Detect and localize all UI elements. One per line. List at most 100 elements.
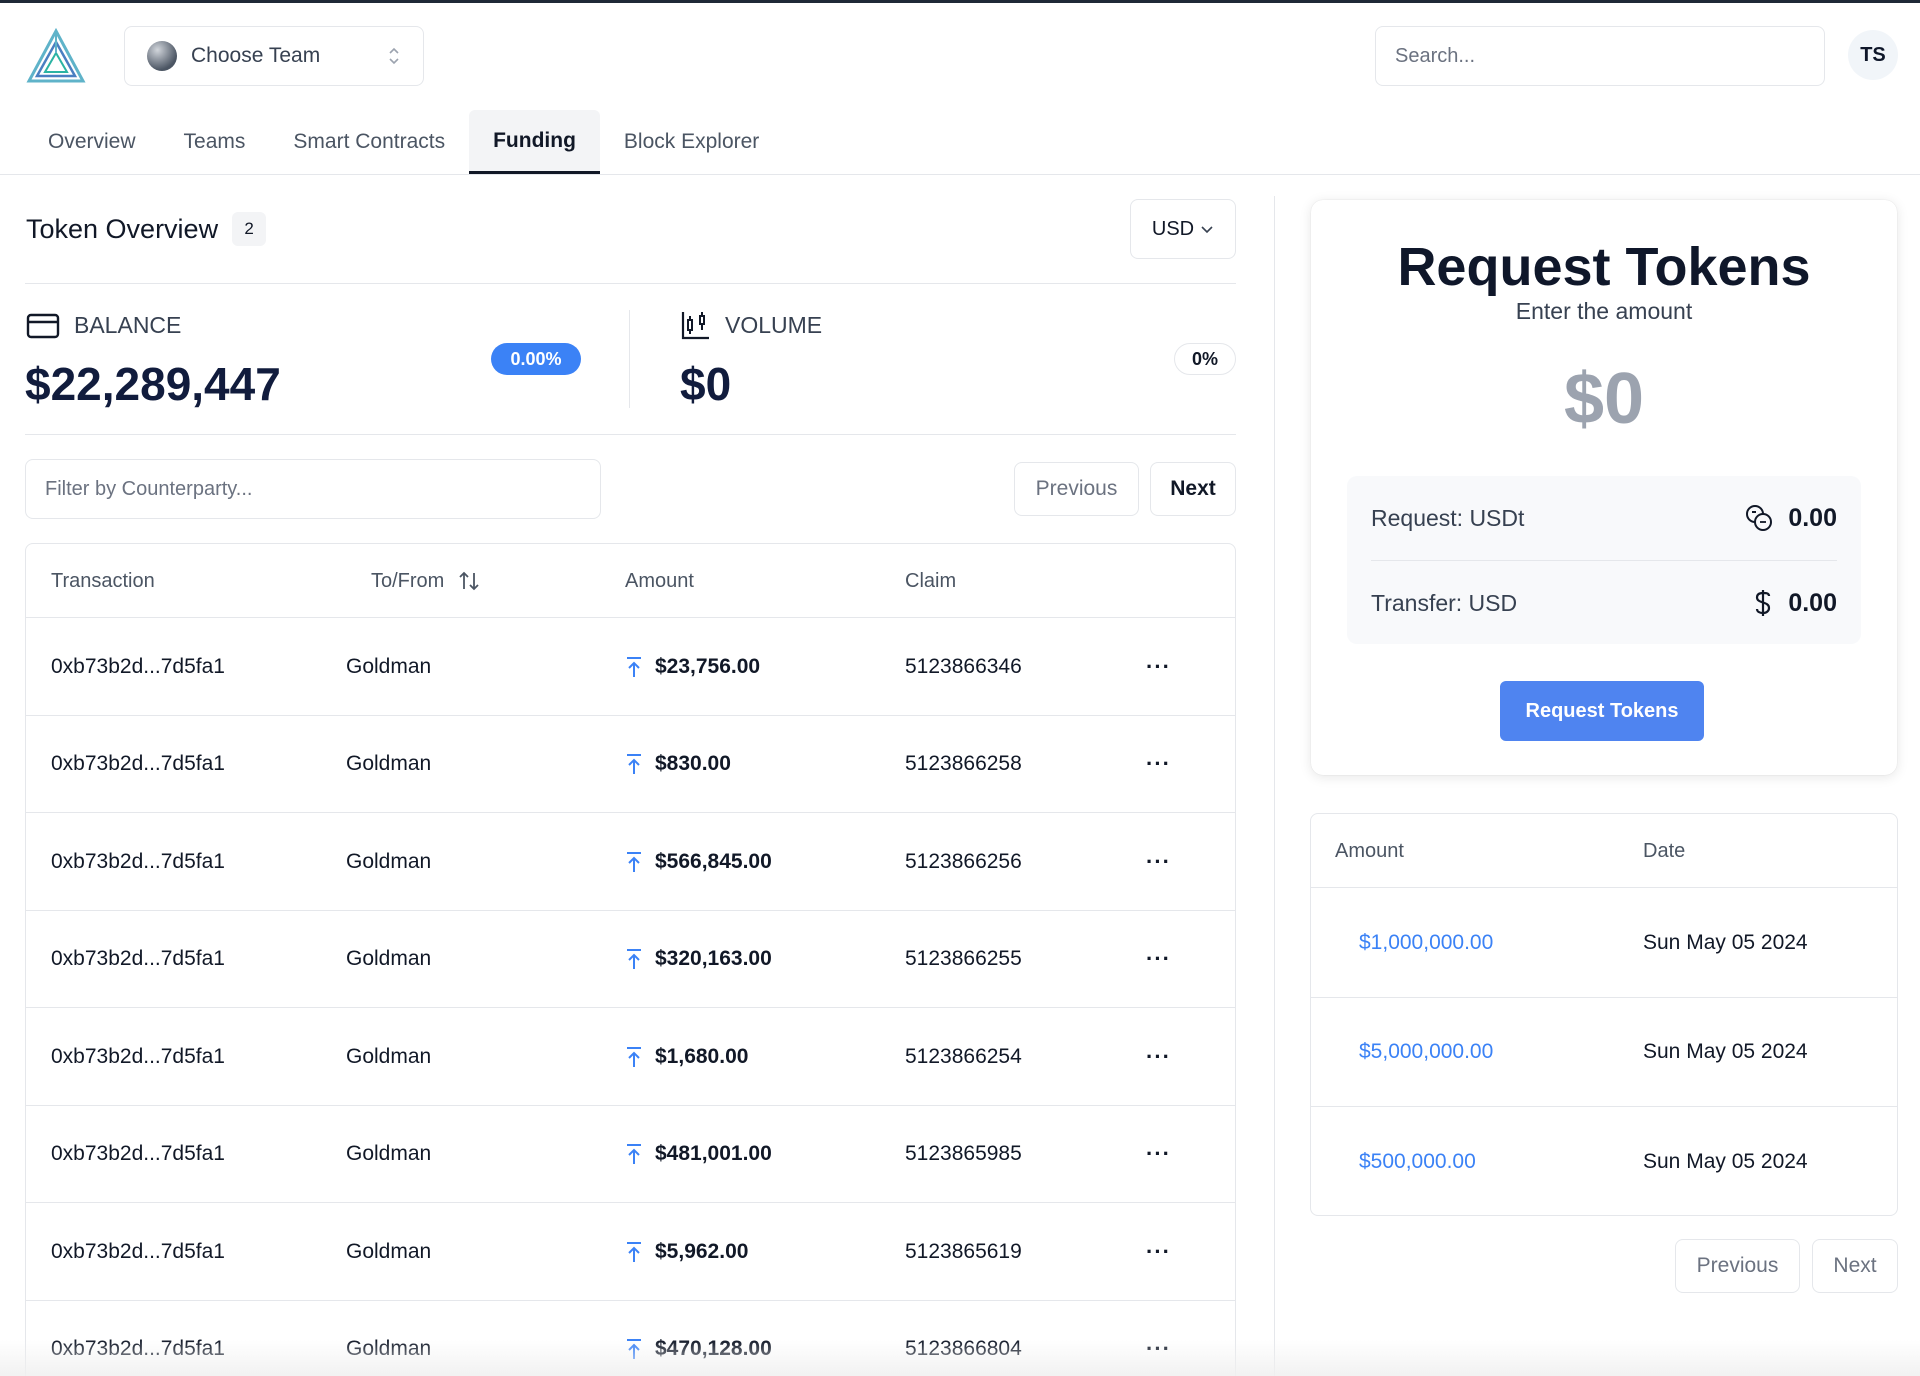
column-header-to-from[interactable]: To/From <box>371 544 480 618</box>
transaction-hash[interactable]: 0xb73b2d...7d5fa1 <box>51 1106 225 1203</box>
tab-block-explorer[interactable]: Block Explorer <box>600 110 783 174</box>
volume-change-badge: 0% <box>1174 343 1236 375</box>
stat-divider <box>629 310 630 408</box>
arrow-up-to-line-icon <box>627 949 641 969</box>
transaction-hash[interactable]: 0xb73b2d...7d5fa1 <box>51 618 225 715</box>
counterparty: Goldman <box>346 1044 432 1068</box>
tab-teams[interactable]: Teams <box>160 110 270 174</box>
user-avatar[interactable]: TS <box>1848 30 1898 80</box>
arrow-up-to-line-icon <box>627 1241 641 1262</box>
transaction-hash[interactable]: 0xb73b2d...7d5fa1 <box>51 1203 225 1300</box>
coins-icon <box>1746 505 1773 531</box>
next-page-button[interactable]: Next <box>1150 462 1236 516</box>
table-row[interactable]: 0xb73b2d...7d5fa1 Goldman $1,680.00 5123866… <box>26 1008 1235 1106</box>
row-actions-menu-icon[interactable]: ··· <box>1146 1106 1171 1203</box>
request-summary: Request: USDt 0.00 Transfer: USD 0.00 <box>1347 476 1861 644</box>
table-row[interactable]: 0xb73b2d...7d5fa1 Goldman $5,962.00 5123865… <box>26 1203 1235 1301</box>
transaction-amount: $23,756.00 <box>625 618 760 715</box>
claim-id: 5123866258 <box>905 752 1022 775</box>
counterparty: Goldman <box>346 752 432 775</box>
claim-id: 5123865985 <box>905 1142 1022 1165</box>
transaction-amount: $1,680.00 <box>625 1008 748 1105</box>
column-header-to-from-label: To/From <box>371 569 445 592</box>
table-row: $5,000,000.00 Sun May 05 2024 <box>1311 998 1897 1107</box>
transaction-amount-text: $320,163.00 <box>655 947 772 970</box>
history-next-button[interactable]: Next <box>1812 1239 1898 1293</box>
table-row[interactable]: 0xb73b2d...7d5fa1 Goldman $481,001.00 51238… <box>26 1106 1235 1203</box>
request-amount-input[interactable]: $0 <box>1311 358 1897 440</box>
transaction-hash[interactable]: 0xb73b2d...7d5fa1 <box>51 716 225 813</box>
transaction-amount: $320,163.00 <box>625 911 772 1008</box>
tab-smart-contracts[interactable]: Smart Contracts <box>269 110 469 174</box>
transaction-amount-text: $830.00 <box>655 752 731 775</box>
dollar-sign-icon <box>1756 590 1771 616</box>
table-row[interactable]: 0xb73b2d...7d5fa1 Goldman $320,163.00 51238… <box>26 911 1235 1008</box>
transaction-hash[interactable]: 0xb73b2d...7d5fa1 <box>51 1008 225 1105</box>
team-avatar <box>147 41 177 71</box>
history-amount-link[interactable]: $5,000,000.00 <box>1359 998 1493 1107</box>
request-tokens-button[interactable]: Request Tokens <box>1500 681 1704 741</box>
request-history-table: Amount Date $1,000,000.00 Sun May 05 2024… <box>1310 813 1898 1216</box>
history-previous-button[interactable]: Previous <box>1675 1239 1800 1293</box>
table-header: Transaction To/From Amount Claim <box>26 544 1235 618</box>
column-header-transaction: Transaction <box>51 569 155 592</box>
column-header-amount: Amount <box>625 569 694 592</box>
triangle-logo-icon[interactable] <box>26 28 86 84</box>
transaction-amount: $5,962.00 <box>625 1203 748 1300</box>
table-row[interactable]: 0xb73b2d...7d5fa1 Goldman $23,756.00 512386… <box>26 618 1235 716</box>
counterparty: Goldman <box>346 947 432 970</box>
arrow-up-to-line-icon <box>627 851 641 872</box>
previous-page-button[interactable]: Previous <box>1014 462 1139 516</box>
column-header-amount: Amount <box>1335 839 1404 862</box>
arrow-up-to-line-icon <box>627 1339 641 1359</box>
table-row: $1,000,000.00 Sun May 05 2024 <box>1311 888 1897 998</box>
transaction-hash[interactable]: 0xb73b2d...7d5fa1 <box>51 911 225 1008</box>
row-actions-menu-icon[interactable]: ··· <box>1146 1203 1171 1300</box>
window-top-border <box>0 0 1920 3</box>
counterparty: Goldman <box>346 1142 432 1165</box>
row-actions-menu-icon[interactable]: ··· <box>1146 1008 1171 1105</box>
row-actions-menu-icon[interactable]: ··· <box>1146 716 1171 813</box>
history-amount-link[interactable]: $1,000,000.00 <box>1359 888 1493 997</box>
tab-funding[interactable]: Funding <box>469 110 600 174</box>
transaction-amount-text: $23,756.00 <box>655 654 761 678</box>
transaction-hash[interactable]: 0xb73b2d...7d5fa1 <box>51 813 225 910</box>
tab-overview[interactable]: Overview <box>24 110 160 174</box>
transaction-amount-text: $481,001.00 <box>655 1142 772 1165</box>
table-body: $1,000,000.00 Sun May 05 2024 $5,000,000.0… <box>1311 888 1897 1215</box>
arrow-up-to-line-icon <box>627 656 641 677</box>
table-row[interactable]: 0xb73b2d...7d5fa1 Goldman $470,128.00 51238… <box>26 1301 1235 1376</box>
row-actions-menu-icon[interactable]: ··· <box>1146 618 1171 715</box>
chevron-down-icon <box>1201 226 1213 234</box>
transfer-value: 0.00 <box>1752 588 1837 618</box>
section-divider <box>25 283 1236 284</box>
balance-change-badge: 0.00% <box>491 343 581 375</box>
token-count-badge: 2 <box>232 212 267 246</box>
row-actions-menu-icon[interactable]: ··· <box>1146 911 1171 1008</box>
transfer-line: Transfer: USD 0.00 <box>1371 561 1837 645</box>
history-date: Sun May 05 2024 <box>1643 930 1808 954</box>
currency-select[interactable]: USD <box>1130 199 1236 259</box>
sort-arrows-icon <box>459 571 479 591</box>
token-overview-heading: Token Overview 2 <box>26 212 267 246</box>
transaction-amount-text: $1,680.00 <box>655 1044 749 1068</box>
request-value-text: 0.00 <box>1788 503 1837 532</box>
team-select[interactable]: Choose Team <box>124 26 424 86</box>
table-body: 0xb73b2d...7d5fa1 Goldman $23,756.00 512386… <box>26 618 1235 1376</box>
row-actions-menu-icon[interactable]: ··· <box>1146 1301 1171 1376</box>
request-tokens-subtitle: Enter the amount <box>1515 298 1693 324</box>
counterparty-filter-input[interactable] <box>25 459 601 519</box>
transaction-amount-text: $5,962.00 <box>655 1239 749 1263</box>
candlestick-chart-icon <box>681 312 709 340</box>
history-amount-link[interactable]: $500,000.00 <box>1359 1107 1476 1215</box>
transfer-label: Transfer: USD <box>1371 589 1518 616</box>
transaction-hash[interactable]: 0xb73b2d...7d5fa1 <box>51 1301 225 1376</box>
pane-divider <box>1274 196 1275 1376</box>
row-actions-menu-icon[interactable]: ··· <box>1146 813 1171 910</box>
team-select-label: Choose Team <box>191 44 321 67</box>
search-input[interactable] <box>1375 26 1825 86</box>
transfer-value-text: 0.00 <box>1788 588 1837 617</box>
table-row[interactable]: 0xb73b2d...7d5fa1 Goldman $566,845.00 51238… <box>26 813 1235 911</box>
counterparty: Goldman <box>346 1337 432 1360</box>
table-row[interactable]: 0xb73b2d...7d5fa1 Goldman $830.00 512386625… <box>26 716 1235 813</box>
